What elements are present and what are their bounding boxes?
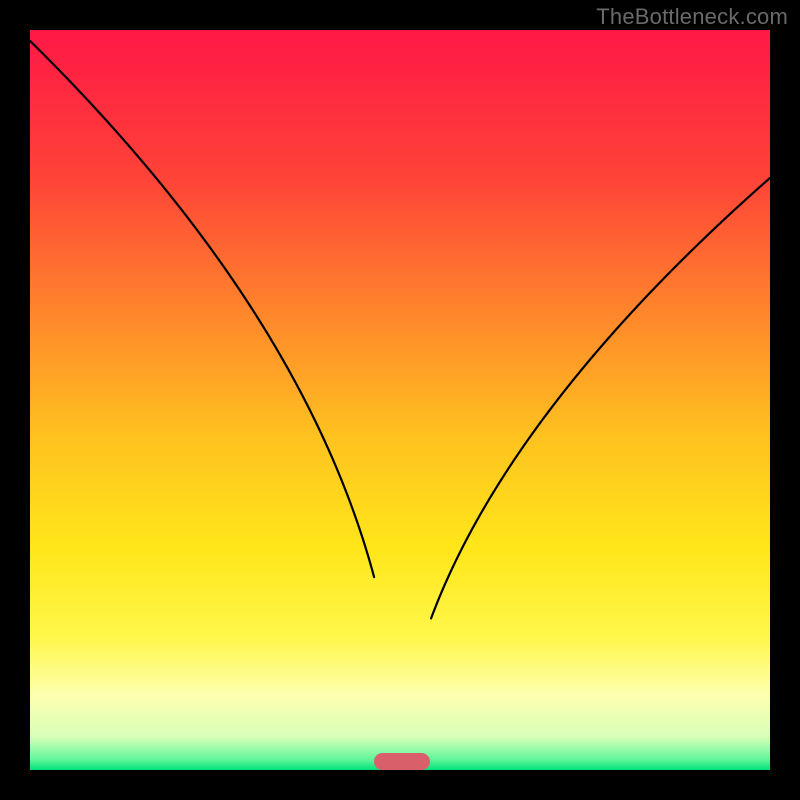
chart-frame: TheBottleneck.com: [0, 0, 800, 800]
curve-right: [431, 178, 770, 618]
watermark-text: TheBottleneck.com: [596, 4, 788, 30]
optimum-marker: [374, 753, 430, 770]
curve-left: [30, 41, 374, 577]
chart-plot-area: [30, 30, 770, 770]
chart-curves: [30, 30, 770, 770]
